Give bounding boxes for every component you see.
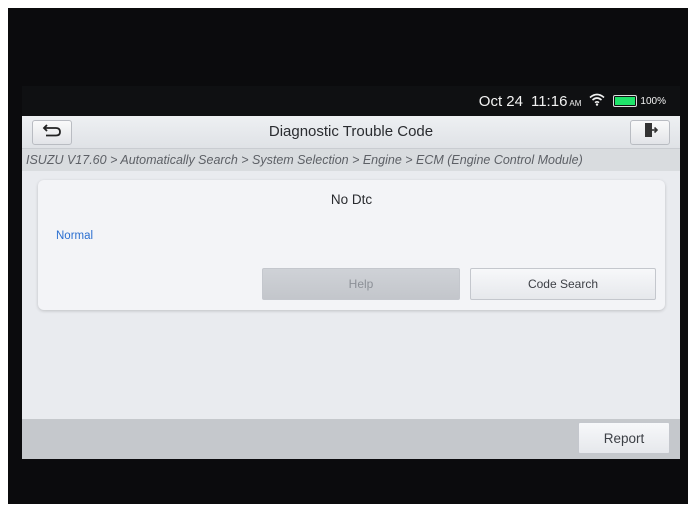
breadcrumb: ISUZU V17.60 > Automatically Search > Sy… (22, 149, 680, 171)
wifi-icon (589, 93, 605, 110)
bottom-toolbar: Report (22, 419, 680, 459)
battery-wrap: 100% (613, 95, 666, 107)
dtc-result-card: No Dtc Normal Help Code Search (38, 180, 665, 310)
status-bar: Oct 24 11:16 AM 100% (22, 86, 680, 116)
report-button[interactable]: Report (578, 422, 670, 454)
status-date: Oct 24 (478, 92, 523, 110)
title-bar: Diagnostic Trouble Code (22, 116, 680, 149)
code-search-button[interactable]: Code Search (470, 268, 656, 300)
page-title: Diagnostic Trouble Code (268, 123, 434, 140)
exit-door-icon (642, 122, 659, 143)
status-bar-right: Oct 24 11:16 AM 100% (479, 91, 666, 111)
exit-button[interactable] (630, 120, 670, 145)
dtc-status: Normal (56, 230, 94, 242)
dtc-message: No Dtc (330, 192, 373, 207)
battery-icon (613, 95, 638, 107)
status-time: 11:16 (530, 92, 568, 110)
battery-level: 100% (640, 95, 666, 107)
device-bezel: Oct 24 11:16 AM 100% Diagnostic Trouble … (8, 8, 688, 504)
help-button[interactable]: Help (262, 268, 460, 300)
status-time-wrap: 11:16 AM (531, 93, 581, 110)
status-ampm: AM (569, 98, 582, 108)
device-screen: Oct 24 11:16 AM 100% Diagnostic Trouble … (22, 86, 680, 459)
